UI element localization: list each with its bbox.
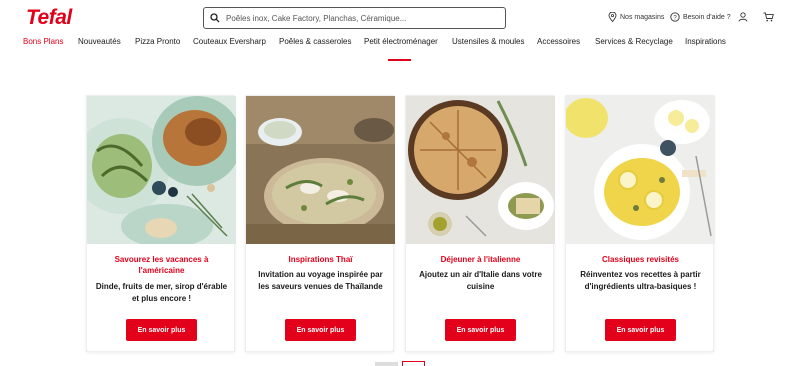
nav-item-services-recyclage[interactable]: Services & Recyclage	[595, 37, 673, 46]
cart-icon	[763, 12, 774, 22]
cart-button[interactable]	[763, 12, 777, 22]
card-image[interactable]	[566, 96, 715, 244]
en-savoir-plus-button[interactable]: En savoir plus	[445, 319, 516, 341]
nav-item-couteaux-eversharp[interactable]: Couteaux Eversharp	[193, 37, 266, 46]
main-nav: Bons Plans Nouveautés Pizza Pronto Coute…	[0, 35, 800, 50]
nav-item-ustensiles-moules[interactable]: Ustensiles & moules	[452, 37, 524, 46]
nav-item-poeles-casseroles[interactable]: Poêles & casseroles	[279, 37, 351, 46]
card-image[interactable]	[246, 96, 395, 244]
help-icon: ?	[670, 12, 680, 22]
card-title[interactable]: Déjeuner à l'italienne	[412, 254, 549, 265]
en-savoir-plus-button[interactable]: En savoir plus	[605, 319, 676, 341]
carousel-next-button[interactable]	[402, 361, 425, 366]
card-description: Dinde, fruits de mer, sirop d'érable et …	[95, 282, 228, 303]
carousel-prev-button[interactable]	[375, 362, 398, 366]
stores-label: Nos magasins	[620, 13, 665, 21]
nav-item-nouveautes[interactable]: Nouveautés	[78, 37, 121, 46]
tefal-logo[interactable]: Tefal	[26, 6, 72, 30]
section-indicator	[388, 59, 411, 61]
en-savoir-plus-button[interactable]: En savoir plus	[126, 319, 197, 341]
nav-item-pizza-pronto[interactable]: Pizza Pronto	[135, 37, 180, 46]
card-title[interactable]: Classiques revisités	[572, 254, 709, 265]
card-description: Réinventez vos recettes à partir d'ingré…	[580, 270, 701, 291]
card-image[interactable]	[406, 96, 555, 244]
nav-item-bons-plans[interactable]: Bons Plans	[23, 37, 63, 46]
card-american: Savourez les vacances à l'américaine Din…	[86, 95, 236, 352]
card-description: Invitation au voyage inspirée par les sa…	[258, 270, 383, 291]
nav-item-petit-electromenager[interactable]: Petit électroménager	[364, 37, 438, 46]
map-pin-icon	[608, 12, 617, 22]
nav-item-inspirations[interactable]: Inspirations	[685, 37, 726, 46]
card-title[interactable]: Savourez les vacances à l'américaine	[93, 254, 230, 276]
card-image[interactable]	[87, 96, 236, 244]
search-input[interactable]	[226, 13, 486, 23]
help-link[interactable]: ? Besoin d'aide ?	[670, 12, 731, 22]
card-italian: Déjeuner à l'italienne Ajoutez un air d'…	[405, 95, 555, 352]
account-button[interactable]	[738, 12, 751, 22]
nav-item-accessoires[interactable]: Accessoires	[537, 37, 580, 46]
stores-link[interactable]: Nos magasins	[608, 12, 664, 22]
help-label: Besoin d'aide ?	[683, 13, 731, 21]
site-header: Tefal Nos magasins ? Besoin d'aide ?	[0, 0, 800, 34]
search-icon	[210, 13, 220, 23]
card-thai: Inspirations Thaï Invitation au voyage i…	[245, 95, 395, 352]
user-icon	[738, 12, 748, 22]
card-description: Ajoutez un air d'Italie dans votre cuisi…	[419, 270, 542, 291]
search-bar[interactable]	[203, 7, 506, 29]
card-title[interactable]: Inspirations Thaï	[252, 254, 389, 265]
card-classiques: Classiques revisités Réinventez vos rece…	[565, 95, 715, 352]
en-savoir-plus-button[interactable]: En savoir plus	[285, 319, 356, 341]
